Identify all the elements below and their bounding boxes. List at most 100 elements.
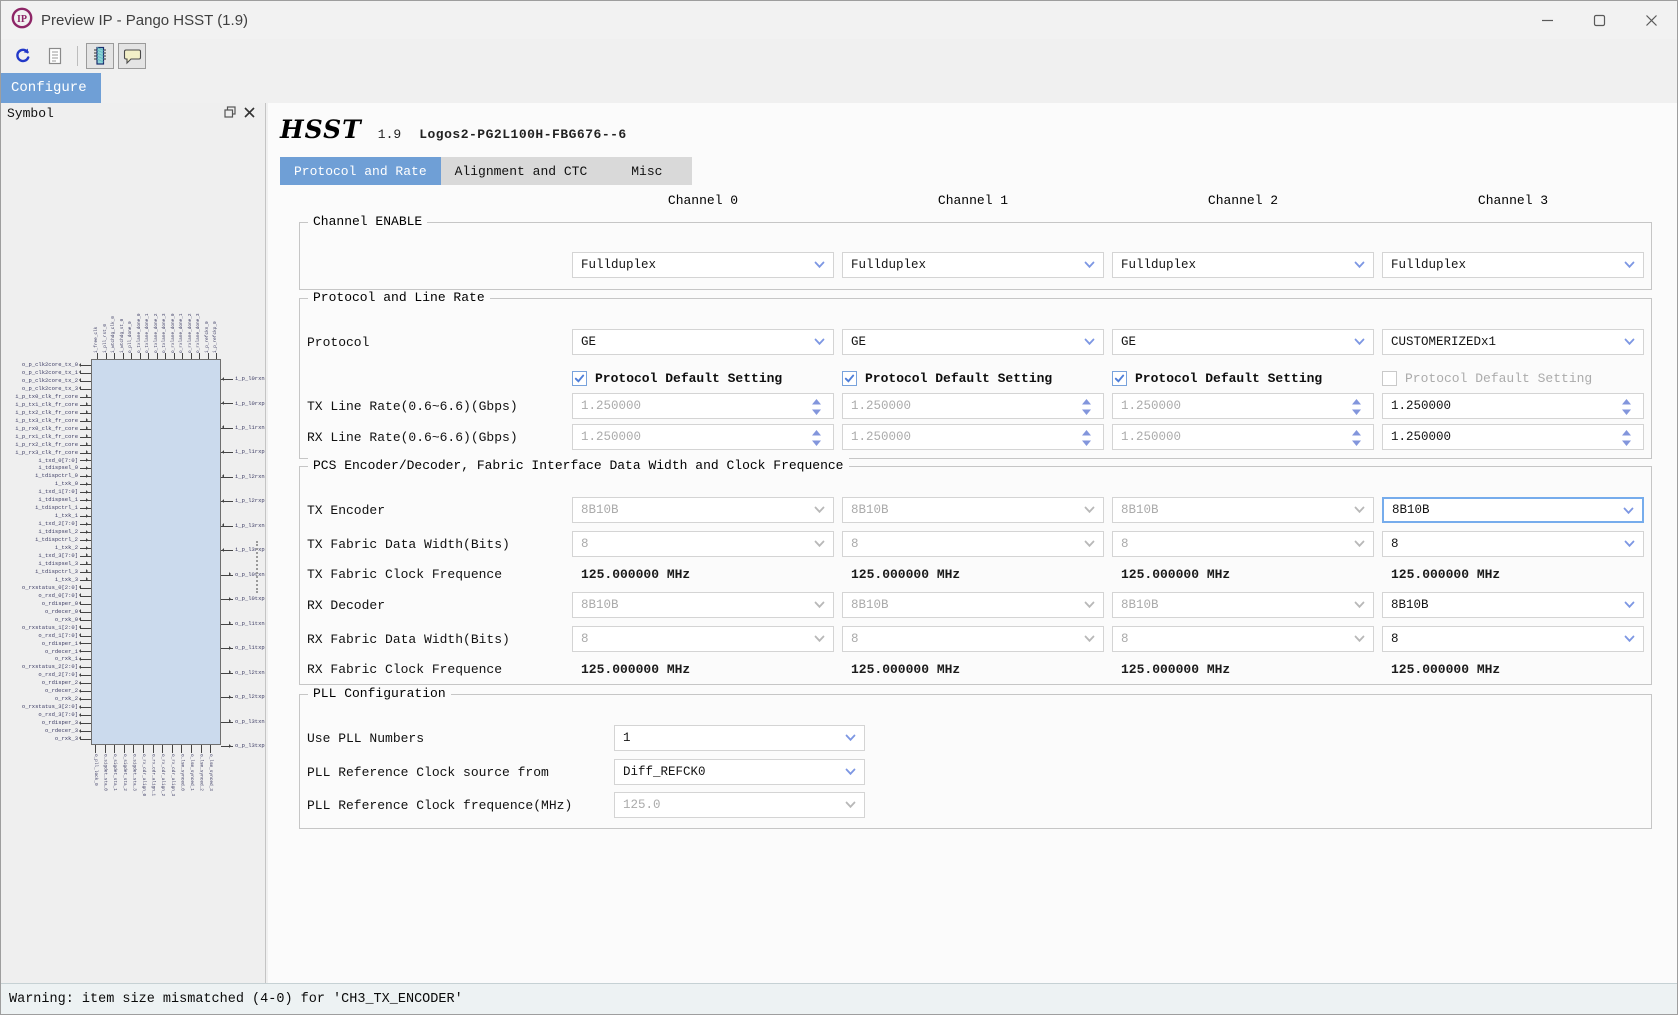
- refresh-icon[interactable]: [9, 43, 37, 69]
- pin-label: i_wtchdg_clk_0: [111, 316, 117, 353]
- toolbar-separator: [77, 46, 78, 66]
- tx-fabric-data-width-bits--select-ch3[interactable]: 8: [1382, 531, 1644, 557]
- pin-label: o_lsm_synced_0: [178, 754, 184, 791]
- pin-label: i_p_rx1_clk_fr_core: [1, 434, 78, 440]
- close-panel-icon[interactable]: [244, 105, 255, 123]
- ip-version: 1.9: [378, 127, 401, 142]
- ip-name: HSST: [280, 115, 362, 144]
- chevron-down-icon: [1354, 635, 1365, 643]
- pin-label: i_txd_3[7:0]: [1, 553, 78, 559]
- pin-label: i_p_tx0_clk_fr_core: [1, 394, 78, 400]
- chevron-down-icon: [814, 540, 825, 548]
- pll-pll-reference-clock-source-from-select[interactable]: Diff_REFCK0: [614, 759, 865, 785]
- pin-label: o_rx_cdr_align_0: [140, 754, 146, 796]
- pin-label: i_p_l2rxn: [235, 474, 265, 480]
- pin-wire: [106, 353, 107, 359]
- pin-label: i_p_tx2_clk_fr_core: [1, 410, 78, 416]
- pin-label: o_txlane_done_3: [162, 313, 168, 353]
- rx-fabric-data-width-bits--select-ch1: 8: [842, 626, 1104, 652]
- channel-header-2: Channel 2: [1112, 193, 1374, 211]
- protocol-default-setting-checkbox-ch2-box[interactable]: [1112, 371, 1127, 386]
- chevron-down-icon: [1624, 540, 1635, 548]
- protocol-select-ch1[interactable]: GE: [842, 329, 1104, 355]
- rx-decoder-select-ch0: 8B10B: [572, 592, 834, 618]
- pin-label: i_txd_1[7:0]: [1, 489, 78, 495]
- protocol-default-setting-checkbox-ch1[interactable]: Protocol Default Setting: [842, 371, 1104, 386]
- rx-fabric-clock-frequence-value-ch2: 125.000000 MHz: [1112, 662, 1374, 677]
- pll-use-pll-numbers-select[interactable]: 1: [614, 725, 865, 751]
- chevron-down-icon: [1084, 506, 1095, 514]
- pin-label: i_txd_2[7:0]: [1, 521, 78, 527]
- pin-wire: [80, 620, 91, 621]
- pin-wire: [80, 643, 91, 644]
- pin-arrow-icon: [77, 625, 81, 629]
- rx-fabric-data-width-bits--select-ch3[interactable]: 8: [1382, 626, 1644, 652]
- pin-label: o_rdisper_3: [1, 720, 78, 726]
- rx-line-rate-spinbox-ch3[interactable]: 1.250000: [1382, 424, 1644, 450]
- maximize-button[interactable]: [1573, 1, 1625, 39]
- channel-enable-select-ch1[interactable]: Fullduplex: [842, 252, 1104, 278]
- spinner-arrows-icon[interactable]: [1622, 399, 1631, 415]
- pin-arrow-icon: [86, 506, 90, 510]
- protocol-default-setting-checkbox-ch1-box[interactable]: [842, 371, 857, 386]
- chip-icon[interactable]: [86, 43, 114, 69]
- protocol-default-setting-checkbox-ch0-box[interactable]: [572, 371, 587, 386]
- pin-wire: [172, 745, 173, 753]
- document-icon[interactable]: [41, 43, 69, 69]
- float-panel-icon[interactable]: [224, 105, 236, 123]
- pin-label: o_rdisper_0: [1, 601, 78, 607]
- pin-wire: [80, 739, 91, 740]
- spinner-arrows-icon[interactable]: [1622, 430, 1631, 446]
- pin-wire: [199, 353, 200, 359]
- comment-icon[interactable]: [118, 43, 146, 69]
- rx-line-rate-spinbox-ch2-value: 1.250000: [1113, 430, 1181, 444]
- pin-label: o_rdecer_1: [1, 649, 78, 655]
- pin-label: o_rdecer_0: [1, 609, 78, 615]
- pll-pll-reference-clock-frequence-mhz--select: 125.0: [614, 792, 865, 818]
- panel-splitter[interactable]: [256, 541, 262, 593]
- pin-label: o_lsm_synced_2: [198, 754, 204, 791]
- tx-encoder-select-ch0: 8B10B: [572, 497, 834, 523]
- pin-arrow-icon: [77, 657, 81, 661]
- protocol-default-setting-checkbox-ch3: Protocol Default Setting: [1382, 371, 1644, 386]
- row-label: RX Decoder: [304, 598, 564, 613]
- row-label: TX Fabric Data Width(Bits): [304, 537, 564, 552]
- tab-alignment-and-ctc[interactable]: Alignment and CTC: [441, 157, 602, 185]
- minimize-button[interactable]: [1521, 1, 1573, 39]
- tab-configure[interactable]: Configure: [1, 73, 101, 103]
- pin-arrow-icon: [77, 386, 81, 390]
- close-button[interactable]: [1625, 1, 1677, 39]
- rx-decoder-select-ch3[interactable]: 8B10B: [1382, 592, 1644, 618]
- pin-label: i_txd_0[7:0]: [1, 458, 78, 464]
- pin-label: i_tdispsel_1: [1, 497, 78, 503]
- tx-encoder-select-ch3[interactable]: 8B10B: [1382, 497, 1644, 523]
- pin-wire: [182, 353, 183, 359]
- channel-enable-select-ch3[interactable]: Fullduplex: [1382, 252, 1644, 278]
- spinner-arrows-icon: [1352, 399, 1361, 415]
- pin-label: o_pll_lock_0: [92, 754, 98, 786]
- pin-wire: [80, 612, 91, 613]
- channel-enable-select-ch0[interactable]: Fullduplex: [572, 252, 834, 278]
- rx-line-rate-spinbox-ch0-value: 1.250000: [573, 430, 641, 444]
- chevron-down-icon: [1624, 338, 1635, 346]
- protocol-select-ch0[interactable]: GE: [572, 329, 834, 355]
- tab-protocol-and-rate[interactable]: Protocol and Rate: [280, 157, 441, 185]
- pin-label: o_rxk_0: [1, 617, 78, 623]
- pin-label: o_p_l3txp: [235, 743, 265, 749]
- protocol-default-setting-checkbox-ch1-label: Protocol Default Setting: [865, 371, 1052, 386]
- protocol-select-ch2[interactable]: GE: [1112, 329, 1374, 355]
- pin-label: o_rxlane_done_3: [196, 313, 202, 353]
- protocol-default-setting-checkbox-ch0[interactable]: Protocol Default Setting: [572, 371, 834, 386]
- pin-arrow-icon: [77, 633, 81, 637]
- pin-label: o_rxlane_done_0: [171, 313, 177, 353]
- rx-fabric-data-width-bits--select-ch0: 8: [572, 626, 834, 652]
- tab-misc[interactable]: Misc: [601, 157, 692, 185]
- pin-wire: [157, 353, 158, 359]
- protocol-select-ch3[interactable]: CUSTOMERIZEDx1: [1382, 329, 1644, 355]
- channel-enable-select-ch2[interactable]: Fullduplex: [1112, 252, 1374, 278]
- protocol-default-setting-checkbox-ch2[interactable]: Protocol Default Setting: [1112, 371, 1374, 386]
- pin-label: o_rxstatus_0[2:0]: [1, 585, 78, 591]
- pin-label: o_sigdet_sta_2: [121, 754, 127, 791]
- pin-arrow-icon: [229, 646, 233, 650]
- tx-line-rate-spinbox-ch3[interactable]: 1.250000: [1382, 393, 1644, 419]
